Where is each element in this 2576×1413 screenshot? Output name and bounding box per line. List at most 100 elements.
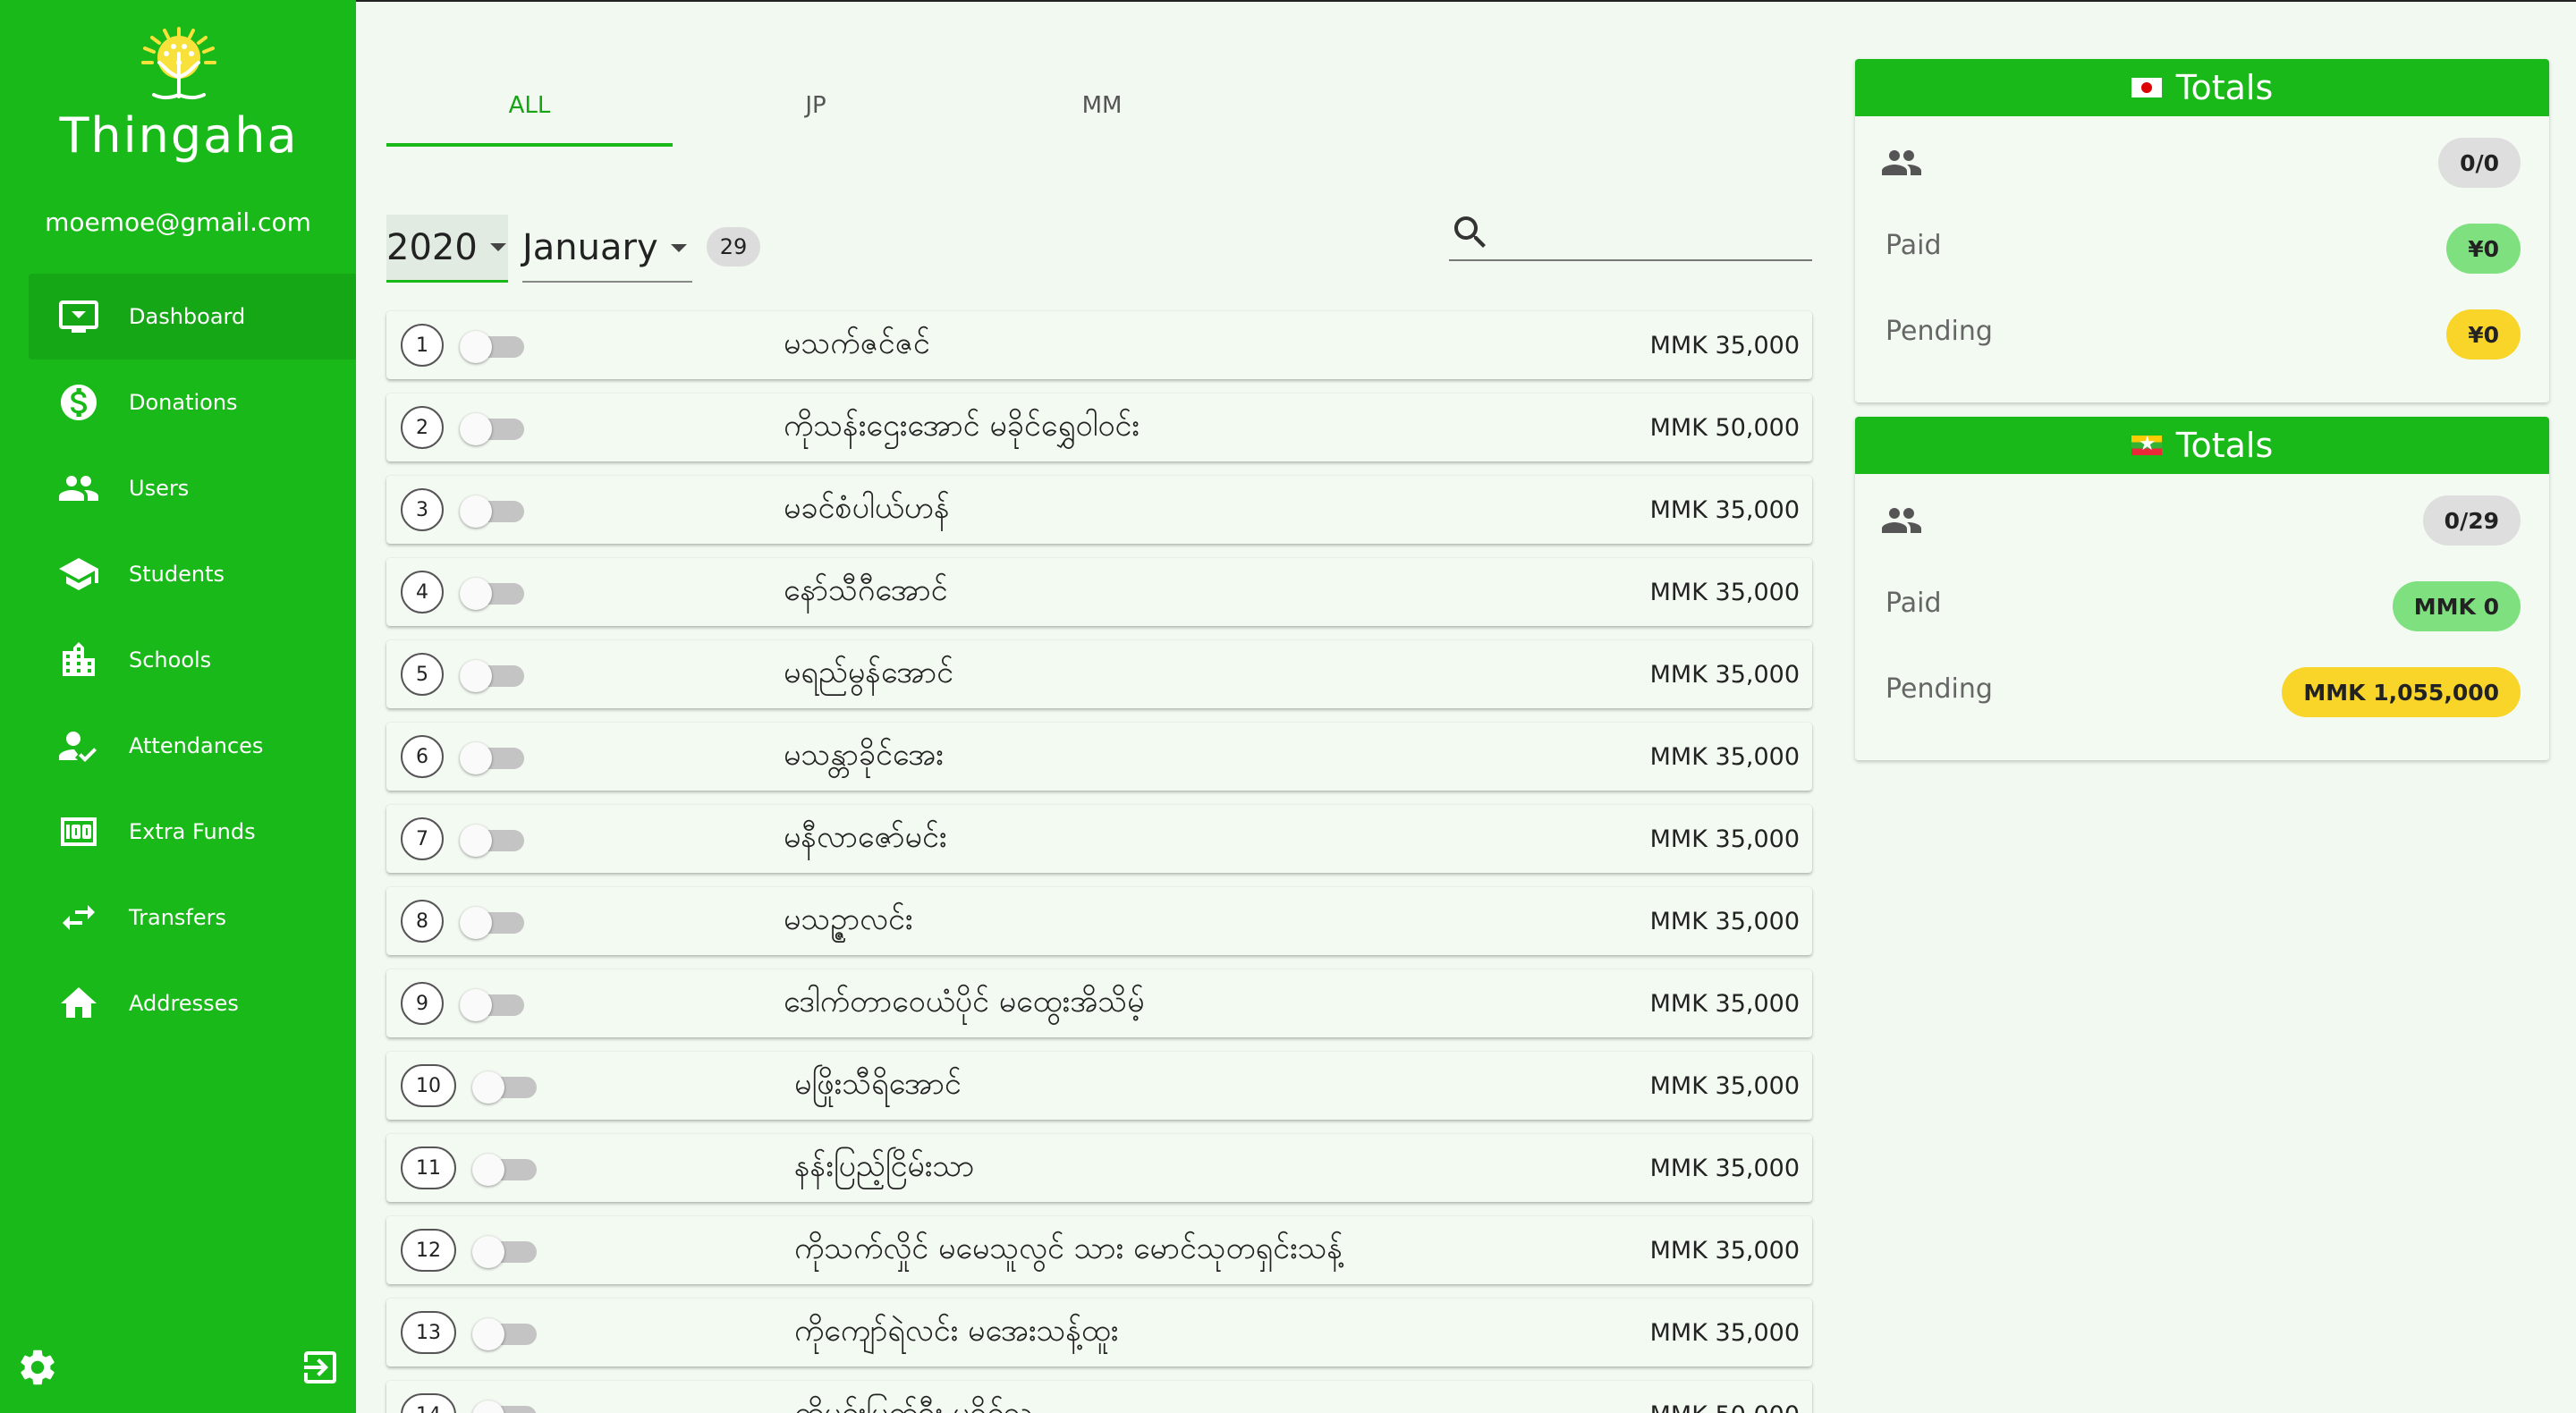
list-item[interactable]: 5 မရည်မွန်အောင် MMK 35,000 xyxy=(386,640,1812,708)
card-header: Totals xyxy=(1855,417,2549,474)
row-number: 3 xyxy=(401,488,444,531)
sidebar-item-attendances[interactable]: Attendances xyxy=(29,703,356,789)
donor-name: မရည်မွန်အောင် xyxy=(784,654,954,690)
list-item[interactable]: 13 ကိုကျော်ရဲလင်း မအေးသန့်ထူး MMK 35,000 xyxy=(386,1299,1812,1366)
sidebar-item-label: Attendances xyxy=(129,733,264,758)
row-number: 6 xyxy=(401,735,444,778)
list-item[interactable]: 11 နန်းပြည့်ငြိမ်းသာ MMK 35,000 xyxy=(386,1134,1812,1202)
pending-badge: MMK 1,055,000 xyxy=(2282,667,2521,717)
gear-icon[interactable] xyxy=(16,1346,59,1389)
paid-row: Paid MMK 0 xyxy=(1855,560,2549,646)
list-item[interactable]: 4 နော်သီဂီအောင် MMK 35,000 xyxy=(386,558,1812,626)
row-number: 2 xyxy=(401,406,444,449)
paid-toggle[interactable] xyxy=(460,742,528,774)
paid-row: Paid ¥0 xyxy=(1855,202,2549,288)
donor-name: ဒေါက်တာဝေယံပိုင် မထွေးအိသိမ့် xyxy=(784,983,1145,1020)
donor-name: မသဉ္ဇာလင်း xyxy=(784,901,913,937)
list-item[interactable]: 2 ကိုသန်းဌေးအောင် မခိုင်ရွှေဝါဝင်း MMK 5… xyxy=(386,393,1812,461)
sidebar-item-label: Schools xyxy=(129,647,212,673)
row-number: 11 xyxy=(401,1146,456,1189)
year-select[interactable]: 2020 xyxy=(386,215,508,283)
sidebar-item-label: Extra Funds xyxy=(129,819,256,844)
count-row: 0/29 xyxy=(1855,474,2549,560)
paid-toggle[interactable] xyxy=(472,1400,540,1413)
paid-toggle[interactable] xyxy=(460,331,528,363)
paid-label: Paid xyxy=(1885,587,1942,619)
list-item[interactable]: 10 မဖြိုးသီရိအောင် MMK 35,000 xyxy=(386,1052,1812,1120)
count-row: 0/0 xyxy=(1855,116,2549,202)
row-number: 10 xyxy=(401,1064,456,1107)
list-item[interactable]: 12 ကိုသက်လှိုင် မမေသူလွင် သား မောင်သုတရှ… xyxy=(386,1216,1812,1284)
row-number: 14 xyxy=(401,1393,456,1413)
month-value: January xyxy=(522,227,658,268)
donation-list: 1 မသက်ဇင်ဇင် MMK 35,000 2 ကိုသန်းဌေးအောင… xyxy=(386,311,1812,1413)
paid-toggle[interactable] xyxy=(460,825,528,857)
sidebar-item-students[interactable]: Students xyxy=(29,531,356,617)
donor-name: မသန္တာခိုင်အေး xyxy=(784,736,944,773)
sidebar-item-label: Donations xyxy=(129,390,238,415)
donor-name: ကိုသန်းဌေးအောင် မခိုင်ရွှေဝါဝင်း xyxy=(784,407,1140,444)
paid-badge: ¥0 xyxy=(2446,224,2521,274)
sidebar-item-schools[interactable]: Schools xyxy=(29,617,356,703)
logout-icon[interactable] xyxy=(299,1346,342,1389)
list-item[interactable]: 3 မခင်စံပါယ်ဟန် MMK 35,000 xyxy=(386,476,1812,544)
row-number: 12 xyxy=(401,1229,456,1272)
money-icon xyxy=(29,810,129,853)
pending-row: Pending ¥0 xyxy=(1855,288,2549,374)
people-icon xyxy=(1880,141,1923,184)
paid-toggle[interactable] xyxy=(460,989,528,1021)
list-item[interactable]: 8 မသဉ္ဇာလင်း MMK 35,000 xyxy=(386,887,1812,955)
donor-name: မနီလာဇော်မင်း xyxy=(784,818,947,855)
donation-amount: MMK 50,000 xyxy=(1649,413,1800,442)
list-item[interactable]: 6 မသန္တာခိုင်အေး MMK 35,000 xyxy=(386,723,1812,791)
paid-toggle[interactable] xyxy=(460,495,528,528)
chevron-down-icon xyxy=(670,243,687,252)
japan-flag-icon xyxy=(2131,78,2162,97)
paid-toggle[interactable] xyxy=(460,578,528,610)
paid-toggle[interactable] xyxy=(472,1154,540,1186)
list-item[interactable]: 1 မသက်ဇင်ဇင် MMK 35,000 xyxy=(386,311,1812,379)
logo[interactable]: Thingaha xyxy=(54,27,304,170)
tab-jp[interactable]: JP xyxy=(673,64,959,147)
paid-toggle[interactable] xyxy=(460,907,528,939)
sidebar-item-addresses[interactable]: Addresses xyxy=(29,960,356,1046)
dollar-icon xyxy=(29,381,129,424)
paid-toggle[interactable] xyxy=(472,1318,540,1350)
pending-badge: ¥0 xyxy=(2446,309,2521,360)
search-bar xyxy=(1449,211,1812,261)
list-item[interactable]: 7 မနီလာဇော်မင်း MMK 35,000 xyxy=(386,805,1812,873)
sidebar-item-transfers[interactable]: Transfers xyxy=(29,875,356,960)
pending-label: Pending xyxy=(1885,673,1993,705)
sidebar-item-label: Transfers xyxy=(129,905,227,930)
search-input[interactable] xyxy=(1503,215,1807,254)
myanmar-flag-icon xyxy=(2131,432,2162,457)
sidebar-item-label: Students xyxy=(129,562,225,587)
tab-all[interactable]: ALL xyxy=(386,64,673,147)
donation-amount: MMK 35,000 xyxy=(1649,578,1800,606)
paid-toggle[interactable] xyxy=(460,413,528,445)
donation-amount: MMK 35,000 xyxy=(1649,825,1800,853)
count-badge: 0/0 xyxy=(2438,138,2521,188)
donation-amount: MMK 35,000 xyxy=(1649,660,1800,689)
list-item[interactable]: 9 ဒေါက်တာဝေယံပိုင် မထွေးအိသိမ့် MMK 35,0… xyxy=(386,969,1812,1037)
paid-toggle[interactable] xyxy=(472,1071,540,1104)
donation-amount: MMK 35,000 xyxy=(1649,1318,1800,1347)
sidebar-nav: Dashboard Donations Users Students Schoo… xyxy=(29,274,356,1046)
card-title: Totals xyxy=(2175,426,2274,465)
paid-toggle[interactable] xyxy=(472,1236,540,1268)
card-title: Totals xyxy=(2175,68,2274,107)
tab-mm[interactable]: MM xyxy=(959,64,1245,147)
donation-amount: MMK 35,000 xyxy=(1649,989,1800,1018)
paid-badge: MMK 0 xyxy=(2392,581,2521,631)
donor-name: မဖြိုးသီရိအောင် xyxy=(794,1065,962,1102)
sidebar-item-donations[interactable]: Donations xyxy=(29,360,356,445)
sidebar-item-extra-funds[interactable]: Extra Funds xyxy=(29,789,356,875)
paid-toggle[interactable] xyxy=(460,660,528,692)
search-icon xyxy=(1449,211,1492,254)
sidebar-item-users[interactable]: Users xyxy=(29,445,356,531)
month-select[interactable]: January xyxy=(522,215,692,283)
list-item[interactable]: 14 ကိုမင်းမြတ်ဦး မခိုင်သူ MMK 50,000 xyxy=(386,1381,1812,1413)
donation-amount: MMK 35,000 xyxy=(1649,1071,1800,1100)
graduation-cap-icon xyxy=(29,553,129,596)
sidebar-item-dashboard[interactable]: Dashboard xyxy=(29,274,356,360)
